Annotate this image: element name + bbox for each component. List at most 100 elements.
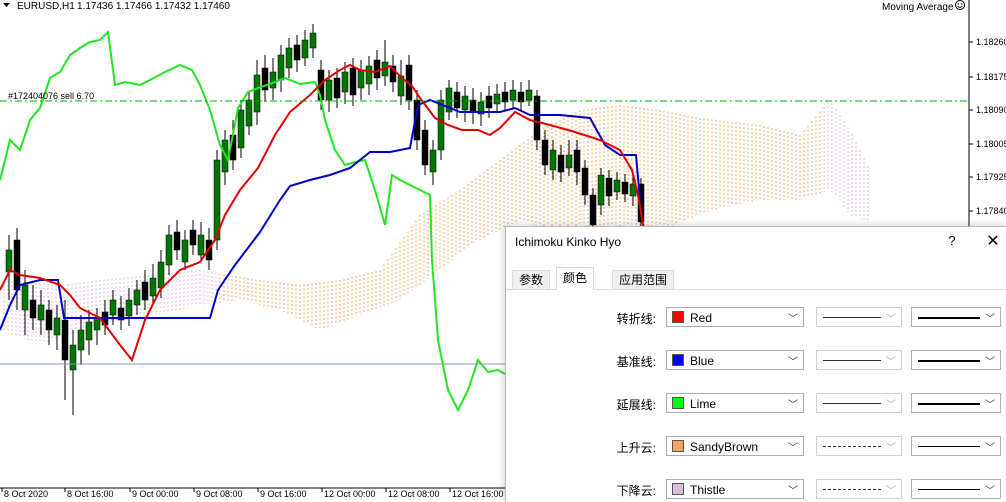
order-label: #172404076 sell 6.70 <box>8 91 94 101</box>
time-label: 9 Oct 08:00 <box>196 489 243 499</box>
close-button[interactable]: ✕ <box>984 231 1002 251</box>
row-label: 基准线: <box>616 355 656 369</box>
line-width-select[interactable]: ﹀ <box>911 393 1001 413</box>
candle-body <box>53 317 61 336</box>
row-label: 延展线: <box>616 398 656 412</box>
candle-body <box>309 32 317 49</box>
row-label: 上升云: <box>616 441 656 455</box>
candle-body <box>557 154 565 173</box>
chevron-down-icon: ﹀ <box>886 486 896 497</box>
line-width-select[interactable]: ﹀ <box>911 436 1001 456</box>
candle-body <box>365 65 373 85</box>
candle-body <box>613 179 621 193</box>
line-style-preview <box>823 317 881 318</box>
price-label: 1.18175 <box>976 72 1006 82</box>
chevron-down-icon: ﹀ <box>985 314 995 325</box>
candle-body <box>173 231 181 251</box>
candle-body <box>21 284 29 311</box>
candle-body <box>509 89 517 101</box>
time-label: 8 Oct 16:00 <box>67 489 114 499</box>
line-style-preview <box>823 403 881 404</box>
candle-body <box>437 99 445 151</box>
color-select[interactable]: SandyBrown ﹀ <box>666 436 804 456</box>
line-style-preview <box>823 446 881 447</box>
line-width-preview <box>918 403 980 405</box>
time-label: 9 Oct 16:00 <box>260 489 307 499</box>
chevron-down-icon: ﹀ <box>788 357 798 368</box>
candle-body <box>253 74 261 113</box>
candle-body <box>565 154 573 169</box>
chevron-down-icon: ﹀ <box>886 314 896 325</box>
candle-body <box>141 281 149 301</box>
price-label: 1.17840 <box>976 206 1006 216</box>
color-select[interactable]: Thistle ﹀ <box>666 479 804 499</box>
chevron-down-icon: ﹀ <box>985 400 995 411</box>
price-label: 1.18090 <box>976 105 1006 115</box>
line-width-select[interactable]: ﹀ <box>911 479 1001 499</box>
tab-visualization[interactable]: 应用范围 <box>612 270 675 289</box>
line-width-select[interactable]: ﹀ <box>911 307 1001 327</box>
candle-body <box>245 99 253 127</box>
chevron-down-icon: ﹀ <box>788 400 798 411</box>
line-width-preview <box>918 489 980 490</box>
candle-body <box>485 95 493 109</box>
symbol-dropdown-icon[interactable] <box>3 3 10 7</box>
candle-body <box>581 167 589 196</box>
help-button[interactable]: ? <box>944 233 960 248</box>
time-label: 8 Oct 2020 <box>4 489 48 499</box>
candle-body <box>589 194 597 226</box>
candle-body <box>301 39 309 59</box>
color-swatch <box>672 483 684 495</box>
candle-body <box>45 309 53 331</box>
row-label: 转折线: <box>616 312 656 326</box>
time-label: 12 Oct 08:00 <box>388 489 440 499</box>
candle-body <box>325 79 333 101</box>
candle-body <box>573 149 581 173</box>
candle-body <box>69 344 77 371</box>
line-style-select[interactable]: ﹀ <box>816 479 902 499</box>
ohlc-label: 1.17436 1.17466 1.17432 1.17460 <box>77 1 230 12</box>
candle-body <box>5 249 13 273</box>
candle-body <box>605 177 613 197</box>
line-style-preview <box>823 360 881 361</box>
color-swatch <box>672 397 684 409</box>
chevron-down-icon: ﹀ <box>886 400 896 411</box>
candle-body <box>77 329 85 351</box>
tab-parameters[interactable]: 参数 <box>512 270 551 289</box>
color-swatch <box>672 311 684 323</box>
chevron-down-icon: ﹀ <box>886 443 896 454</box>
candle-body <box>149 277 157 297</box>
candle-body <box>285 47 293 69</box>
candle-body <box>453 91 461 109</box>
candle-body <box>93 317 101 331</box>
candle-body <box>13 239 21 291</box>
chevron-down-icon: ﹀ <box>985 443 995 454</box>
candle-body <box>373 59 381 79</box>
candle-body <box>333 77 341 99</box>
candle-body <box>341 71 349 93</box>
color-select[interactable]: Red ﹀ <box>666 307 804 327</box>
price-axis: 1.18260 1.18175 1.18090 1.18005 1.17925 1.178… <box>969 37 1006 216</box>
row-label: 下降云: <box>616 484 656 498</box>
candle-body <box>37 304 45 321</box>
color-select[interactable]: Lime ﹀ <box>666 393 804 413</box>
chevron-down-icon: ﹀ <box>788 443 798 454</box>
time-label: 9 Oct 00:00 <box>132 489 179 499</box>
time-axis: 8 Oct 2020 8 Oct 16:00 9 Oct 00:00 9 Oct 08… <box>1 488 504 499</box>
candle-body <box>597 174 605 206</box>
line-style-select[interactable]: ﹀ <box>816 350 902 370</box>
line-style-select[interactable]: ﹀ <box>816 436 902 456</box>
symbol-label: EURUSD,H1 <box>17 1 75 12</box>
candle-body <box>525 89 533 101</box>
candle-body <box>541 139 549 166</box>
candle-body <box>549 149 557 171</box>
price-label: 1.18260 <box>976 37 1006 47</box>
line-width-select[interactable]: ﹀ <box>911 350 1001 370</box>
tab-colors[interactable]: 颜色 <box>556 267 595 290</box>
line-width-preview <box>918 446 980 447</box>
color-select[interactable]: Blue ﹀ <box>666 350 804 370</box>
line-style-select[interactable]: ﹀ <box>816 307 902 327</box>
candle-body <box>421 129 429 166</box>
color-swatch <box>672 354 684 366</box>
line-style-select[interactable]: ﹀ <box>816 393 902 413</box>
